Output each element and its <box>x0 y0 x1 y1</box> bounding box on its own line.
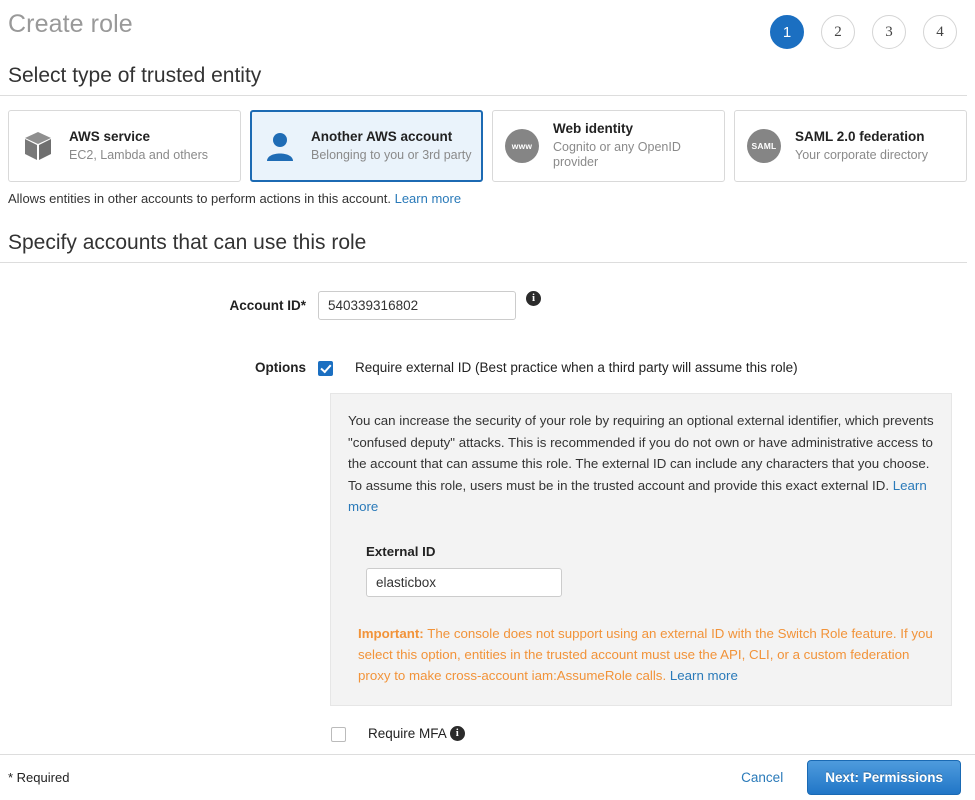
external-id-description: You can increase the security of your ro… <box>348 410 934 518</box>
page-title: Create role <box>8 10 133 38</box>
card-title: Another AWS account <box>311 128 453 144</box>
card-subtitle: Belonging to you or 3rd party <box>311 147 472 162</box>
www-icon-label: www <box>511 141 533 151</box>
require-mfa-checkbox[interactable] <box>331 726 346 742</box>
options-label: Options <box>255 360 306 375</box>
step-4[interactable]: 4 <box>923 15 957 49</box>
trusted-entity-card-aws-service[interactable]: AWS service EC2, Lambda and others <box>8 110 241 182</box>
footer-actions: Cancel Next: Permissions <box>741 760 961 795</box>
card-text: Web identity Cognito or any OpenID provi… <box>553 121 714 171</box>
page-footer: * Required Cancel Next: Permissions <box>0 754 975 800</box>
account-id-info-icon[interactable]: i <box>526 291 541 306</box>
external-id-label: External ID <box>366 543 436 559</box>
card-title: SAML 2.0 federation <box>795 128 925 144</box>
card-subtitle: Cognito or any OpenID provider <box>553 139 681 170</box>
step-2[interactable]: 2 <box>821 15 855 49</box>
card-title: AWS service <box>69 128 151 144</box>
step-3[interactable]: 3 <box>872 15 906 49</box>
require-external-id-label: Require external ID (Best practice when … <box>355 360 798 375</box>
external-id-warning: Important: The console does not support … <box>358 623 934 687</box>
next-permissions-button[interactable]: Next: Permissions <box>807 760 961 795</box>
card-subtitle: EC2, Lambda and others <box>69 147 208 162</box>
saml-icon: SAML <box>745 126 783 166</box>
saml-icon-circle: SAML <box>747 129 781 163</box>
account-id-input[interactable] <box>318 291 516 320</box>
trusted-entity-card-web-identity[interactable]: www Web identity Cognito or any OpenID p… <box>492 110 725 182</box>
card-text: SAML 2.0 federation Your corporate direc… <box>795 129 928 164</box>
cube-icon <box>19 126 57 166</box>
person-icon <box>261 126 299 166</box>
account-id-label: Account ID* <box>229 298 306 313</box>
cancel-button[interactable]: Cancel <box>741 770 783 785</box>
helper-text: Allows entities in other accounts to per… <box>8 191 391 206</box>
section-accounts: Specify accounts that can use this role … <box>0 231 975 742</box>
page-header: Create role 1 2 3 4 <box>0 0 975 58</box>
require-external-id-checkbox[interactable] <box>318 361 333 376</box>
saml-icon-label: SAML <box>751 141 777 151</box>
require-mfa-row: Require MFA i <box>0 726 975 742</box>
trusted-entity-card-another-aws-account[interactable]: Another AWS account Belonging to you or … <box>250 110 483 182</box>
www-icon: www <box>503 126 541 166</box>
helper-learn-more-link[interactable]: Learn more <box>395 191 461 206</box>
card-text: AWS service EC2, Lambda and others <box>69 129 208 164</box>
section-title-specify-accounts: Specify accounts that can use this role <box>0 231 967 263</box>
external-id-description-text: You can increase the security of your ro… <box>348 413 934 493</box>
section-title-trusted-entity: Select type of trusted entity <box>0 64 967 96</box>
account-id-row: Account ID* i <box>0 291 975 320</box>
card-subtitle: Your corporate directory <box>795 147 928 162</box>
warning-prefix: Important: <box>358 625 424 641</box>
step-indicator: 1 2 3 4 <box>770 15 957 49</box>
www-icon-circle: www <box>505 129 539 163</box>
external-id-panel: You can increase the security of your ro… <box>330 393 952 706</box>
require-mfa-label: Require MFA <box>368 725 447 741</box>
trusted-entity-card-list: AWS service EC2, Lambda and others Anoth… <box>0 96 975 182</box>
warning-learn-more-link[interactable]: Learn more <box>670 668 738 683</box>
external-id-input[interactable] <box>366 567 562 597</box>
external-id-field-block: External ID <box>366 544 934 597</box>
warning-text: The console does not support using an ex… <box>358 625 933 684</box>
options-row: Options Require external ID (Best practi… <box>0 360 975 376</box>
required-note: * Required <box>8 770 70 785</box>
create-role-page: Create role 1 2 3 4 Select type of trust… <box>0 0 975 800</box>
require-mfa-info-icon[interactable]: i <box>449 726 465 742</box>
card-title: Web identity <box>553 120 634 136</box>
trusted-entity-helper-text: Allows entities in other accounts to per… <box>0 182 975 206</box>
step-1[interactable]: 1 <box>770 15 804 49</box>
trusted-entity-card-saml-federation[interactable]: SAML SAML 2.0 federation Your corporate … <box>734 110 967 182</box>
card-text: Another AWS account Belonging to you or … <box>311 129 472 164</box>
